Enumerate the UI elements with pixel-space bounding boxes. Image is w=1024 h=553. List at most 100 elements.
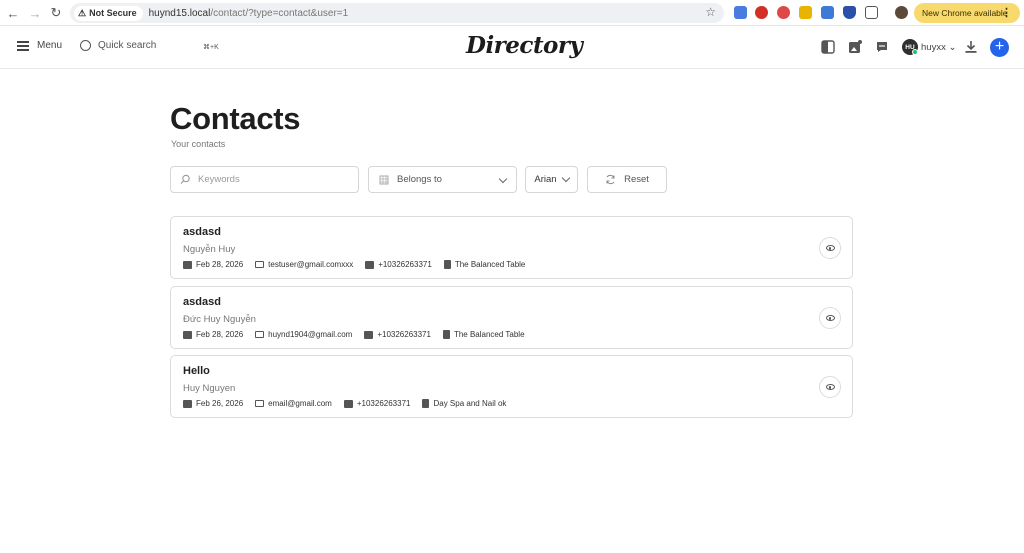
contact-business: The Balanced Table bbox=[443, 260, 526, 269]
menu-label: Menu bbox=[37, 40, 63, 51]
back-icon[interactable]: ← bbox=[2, 2, 24, 24]
contact-date: Feb 26, 2026 bbox=[183, 399, 243, 408]
view-contact-button[interactable] bbox=[819, 237, 841, 259]
eye-icon bbox=[825, 384, 835, 390]
contact-meta: Feb 26, 2026 email@gmail.com +1032626337… bbox=[183, 399, 518, 408]
contact-name: Huy Nguyen bbox=[183, 383, 236, 394]
chrome-update-button[interactable]: New Chrome available ⋮ bbox=[914, 3, 1020, 23]
belongs-to-select[interactable]: Belongs to bbox=[368, 166, 517, 193]
online-status-dot bbox=[912, 49, 918, 55]
belongs-to-label: Belongs to bbox=[397, 174, 442, 185]
download-extension-icon[interactable] bbox=[799, 6, 812, 19]
image-add-icon[interactable] bbox=[848, 40, 862, 54]
page-subtitle: Your contacts bbox=[171, 139, 226, 149]
contact-title[interactable]: asdasd bbox=[183, 226, 221, 238]
app-header: Menu Quick search ⌘+K Directory HU huyxx… bbox=[0, 27, 1024, 69]
shield-extension-icon[interactable] bbox=[843, 6, 856, 19]
add-contact-button[interactable]: + bbox=[990, 38, 1009, 57]
reset-button[interactable]: Reset bbox=[587, 166, 667, 193]
view-contact-button[interactable] bbox=[819, 376, 841, 398]
reload-icon[interactable]: ↻ bbox=[45, 2, 67, 24]
eye-icon bbox=[825, 315, 835, 321]
hamburger-icon bbox=[17, 41, 29, 51]
puzzle-extensions-icon[interactable] bbox=[865, 6, 878, 19]
phone-icon bbox=[343, 399, 353, 408]
quick-search-button[interactable]: Quick search bbox=[80, 40, 156, 51]
url-path: /contact/?type=contact&user=1 bbox=[210, 7, 349, 19]
contact-phone-text: +10326263371 bbox=[378, 260, 432, 269]
translate-extension-icon[interactable] bbox=[734, 6, 747, 19]
forward-icon[interactable]: → bbox=[24, 2, 46, 24]
contact-email: testuser@gmail.comxxx bbox=[255, 260, 353, 269]
contact-date: Feb 28, 2026 bbox=[183, 330, 243, 339]
directory-logo[interactable]: Directory bbox=[466, 32, 583, 59]
mail-icon bbox=[255, 400, 265, 407]
chevron-down-icon bbox=[561, 173, 570, 183]
contact-business-text: The Balanced Table bbox=[453, 330, 525, 339]
contact-date-text: Feb 26, 2026 bbox=[196, 399, 244, 408]
warning-icon: ⚠ bbox=[78, 7, 87, 18]
contact-card[interactable]: asdasd Nguyễn Huy Feb 28, 2026 testuser@… bbox=[170, 216, 853, 279]
contact-name: Nguyễn Huy bbox=[183, 244, 236, 255]
download-icon[interactable] bbox=[964, 40, 978, 54]
user-select[interactable]: Arian bbox=[525, 166, 578, 193]
building-icon bbox=[379, 175, 389, 184]
contact-business: The Balanced Table bbox=[442, 330, 525, 339]
page-title: Contacts bbox=[170, 101, 301, 136]
quick-search-label: Quick search bbox=[98, 40, 157, 51]
user-select-label: Arian bbox=[534, 174, 557, 185]
building-icon bbox=[442, 330, 450, 339]
contact-phone-text: +10326263371 bbox=[377, 330, 431, 339]
contact-phone: +10326263371 bbox=[365, 260, 432, 269]
profile-avatar-icon[interactable] bbox=[895, 6, 908, 19]
contact-phone: +10326263371 bbox=[364, 330, 431, 339]
username-dropdown[interactable]: huyxx ⌄ bbox=[921, 42, 956, 53]
update-label: New Chrome available bbox=[922, 8, 1008, 18]
contact-business: Day Spa and Nail ok bbox=[422, 399, 506, 408]
contact-card[interactable]: Hello Huy Nguyen Feb 26, 2026 email@gmai… bbox=[170, 355, 853, 418]
contact-title[interactable]: asdasd bbox=[183, 296, 221, 308]
contact-email-text: huynd1904@gmail.com bbox=[268, 330, 353, 339]
phone-icon bbox=[364, 330, 374, 339]
contact-date: Feb 28, 2026 bbox=[183, 260, 243, 269]
contact-business-text: Day Spa and Nail ok bbox=[433, 399, 507, 408]
url-host: huynd15.local bbox=[148, 7, 211, 19]
search-icon bbox=[180, 174, 190, 184]
contact-meta: Feb 28, 2026 testuser@gmail.comxxx +1032… bbox=[183, 260, 537, 269]
contact-date-text: Feb 28, 2026 bbox=[196, 330, 244, 339]
phone-icon bbox=[365, 260, 375, 269]
url-text: huynd15.local/contact/?type=contact&user… bbox=[149, 8, 349, 19]
contact-email: email@gmail.com bbox=[255, 399, 332, 408]
mail-icon bbox=[255, 331, 265, 338]
contact-name: Đức Huy Nguyễn bbox=[183, 314, 256, 325]
keywords-search-input[interactable]: Keywords bbox=[170, 166, 359, 193]
building-icon bbox=[443, 260, 451, 269]
chat-icon[interactable] bbox=[875, 40, 889, 54]
contact-card[interactable]: asdasd Đức Huy Nguyễn Feb 28, 2026 huynd… bbox=[170, 286, 853, 349]
refresh-icon bbox=[606, 174, 615, 185]
calendar-icon bbox=[183, 260, 192, 269]
menu-button[interactable]: Menu bbox=[17, 40, 62, 51]
view-contact-button[interactable] bbox=[819, 307, 841, 329]
contact-email-text: email@gmail.com bbox=[268, 399, 332, 408]
address-bar[interactable]: ⚠ Not Secure huynd15.local/contact/?type… bbox=[70, 3, 724, 23]
browser-toolbar: ← → ↻ ⚠ Not Secure huynd15.local/contact… bbox=[0, 0, 1024, 26]
mail-icon bbox=[255, 261, 265, 268]
not-secure-label: Not Secure bbox=[89, 8, 137, 18]
search-icon bbox=[80, 40, 91, 51]
adblock-extension-icon[interactable] bbox=[777, 6, 790, 19]
contact-phone: +10326263371 bbox=[343, 399, 410, 408]
calendar-icon bbox=[183, 399, 192, 408]
bookmark-star-icon[interactable]: ☆ bbox=[705, 5, 716, 19]
opera-extension-icon[interactable] bbox=[755, 6, 768, 19]
chevron-down-icon bbox=[498, 174, 508, 184]
security-indicator[interactable]: ⚠ Not Secure bbox=[74, 5, 143, 21]
contact-email: huynd1904@gmail.com bbox=[255, 330, 352, 339]
more-vert-icon[interactable]: ⋮ bbox=[1001, 6, 1012, 19]
settings-extension-icon[interactable] bbox=[821, 6, 834, 19]
contact-title[interactable]: Hello bbox=[183, 365, 210, 377]
contact-business-text: The Balanced Table bbox=[454, 260, 526, 269]
contact-email-text: testuser@gmail.comxxx bbox=[268, 260, 354, 269]
eye-icon bbox=[825, 245, 835, 251]
sidebar-toggle-icon[interactable] bbox=[821, 40, 835, 54]
